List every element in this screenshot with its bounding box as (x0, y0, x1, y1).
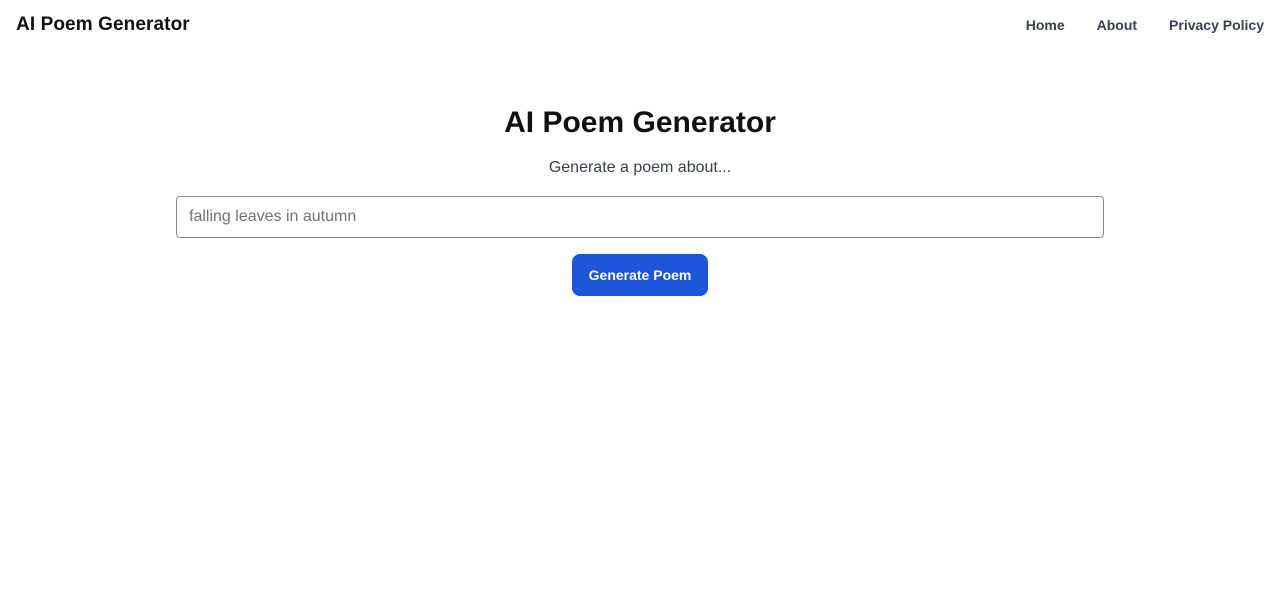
page-title: AI Poem Generator (504, 106, 776, 139)
nav-links: Home About Privacy Policy (994, 17, 1264, 33)
generate-poem-button[interactable]: Generate Poem (572, 254, 708, 296)
nav-home-link[interactable]: Home (1026, 17, 1065, 33)
page-subtitle: Generate a poem about... (548, 159, 732, 176)
brand-link[interactable]: AI Poem Generator (16, 14, 190, 36)
nav-about-link[interactable]: About (1097, 17, 1137, 33)
nav-privacy-policy-link[interactable]: Privacy Policy (1169, 17, 1264, 33)
top-navbar: AI Poem Generator Home About Privacy Pol… (0, 0, 1280, 50)
poem-topic-input[interactable] (176, 196, 1104, 238)
